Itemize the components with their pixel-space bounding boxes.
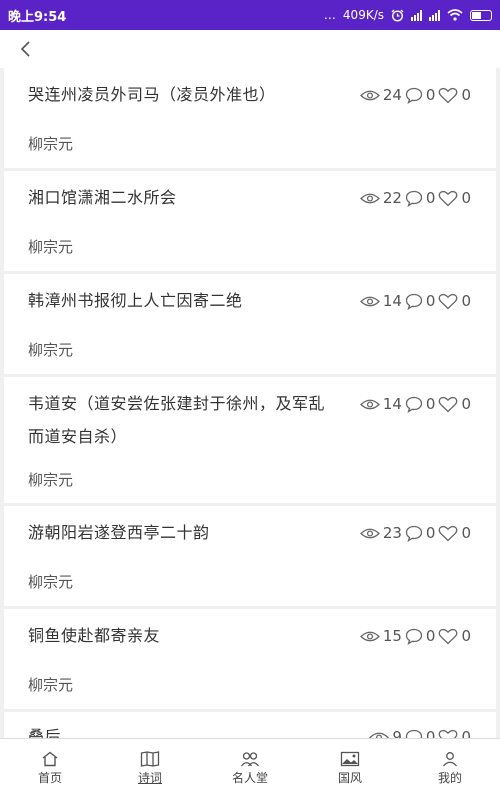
bottom-tab-bar: 首页 诗词 名人堂 国风 我的	[0, 738, 500, 800]
wifi-icon	[447, 9, 463, 21]
comment-icon	[405, 87, 423, 104]
status-dots: …	[323, 8, 336, 22]
comment-count: 0	[425, 189, 436, 207]
view-count: 14	[382, 395, 402, 413]
heart-icon	[439, 293, 458, 309]
eye-icon	[359, 193, 380, 203]
heart-icon	[439, 729, 458, 738]
eye-icon	[359, 528, 380, 538]
poem-title: 韩漳州书报彻上人亡因寄二绝	[28, 291, 243, 310]
network-speed: 409K/s	[342, 8, 384, 22]
poem-card[interactable]: 哭连州凌员外司马（凌员外准也） 柳宗元 24 0 0	[4, 68, 496, 168]
poem-author: 柳宗元	[28, 676, 74, 694]
poem-stats: 14 0 0	[359, 395, 474, 413]
poem-author: 柳宗元	[28, 471, 74, 489]
eye-icon	[359, 631, 380, 641]
poem-title: 铜鱼使赴都寄亲友	[28, 626, 161, 645]
poem-title: 湘口馆潇湘二水所会	[28, 188, 177, 207]
poem-stats: 14 0 0	[359, 292, 474, 310]
app-header	[0, 30, 500, 68]
alarm-icon	[391, 9, 404, 22]
like-count: 0	[461, 627, 471, 645]
poem-author: 柳宗元	[28, 573, 74, 591]
comment-count: 0	[425, 728, 436, 738]
tab-famous[interactable]: 名人堂	[200, 739, 300, 800]
user-icon	[443, 752, 457, 767]
poem-title: 游朝阳岩遂登西亭二十韵	[28, 523, 210, 542]
poem-title: 韦道安（道安尝佐张建封于徐州，及军乱而道安自杀）	[28, 394, 326, 446]
eye-icon	[359, 90, 380, 100]
status-bar: 晚上9:54 … 409K/s	[0, 0, 500, 30]
view-count: 23	[382, 524, 402, 542]
tab-label: 诗词	[137, 771, 162, 785]
view-count: 22	[382, 189, 402, 207]
poem-card[interactable]: 韦道安（道安尝佐张建封于徐州，及军乱而道安自杀） 柳宗元 14 0 0	[4, 377, 496, 503]
like-count: 0	[461, 728, 471, 738]
tab-guofeng[interactable]: 国风	[300, 739, 400, 800]
eye-icon	[369, 732, 390, 738]
poem-title: 叠后	[28, 727, 62, 738]
heart-icon	[439, 190, 458, 206]
comment-icon	[405, 525, 423, 542]
poem-stats: 9 0 0	[369, 728, 474, 738]
view-count: 15	[382, 627, 402, 645]
poem-list[interactable]: 哭连州凌员外司马（凌员外准也） 柳宗元 24 0 0 湘口馆潇湘二水所会 柳宗元…	[0, 68, 500, 738]
poem-card[interactable]: 游朝阳岩遂登西亭二十韵 柳宗元 23 0 0	[4, 506, 496, 606]
poem-stats: 15 0 0	[359, 627, 474, 645]
poem-stats: 22 0 0	[359, 189, 474, 207]
tab-poems[interactable]: 诗词	[100, 739, 200, 800]
comment-icon	[405, 628, 423, 645]
view-count: 9	[392, 728, 402, 738]
signal-icon-2	[429, 9, 440, 21]
home-icon	[42, 751, 58, 767]
tab-home[interactable]: 首页	[0, 739, 100, 800]
tab-label: 国风	[337, 771, 362, 785]
comment-icon	[405, 190, 423, 207]
poem-stats: 23 0 0	[359, 524, 474, 542]
poem-card[interactable]: 叠后 9 0 0	[4, 712, 496, 738]
comment-count: 0	[425, 524, 436, 542]
like-count: 0	[461, 189, 471, 207]
book-icon	[140, 751, 160, 767]
battery-icon	[470, 9, 492, 21]
picture-icon	[340, 751, 360, 767]
poem-title: 哭连州凌员外司马（凌员外准也）	[28, 85, 276, 104]
poem-stats: 24 0 0	[359, 86, 474, 104]
eye-icon	[359, 296, 380, 306]
poem-author: 柳宗元	[28, 341, 74, 359]
poem-card[interactable]: 湘口馆潇湘二水所会 柳宗元 22 0 0	[4, 171, 496, 271]
status-time: 晚上9:54	[8, 9, 67, 25]
tab-mine[interactable]: 我的	[400, 739, 500, 800]
comment-icon	[405, 729, 423, 738]
comment-icon	[405, 396, 423, 413]
comment-icon	[405, 293, 423, 310]
poem-author: 柳宗元	[28, 135, 74, 153]
comment-count: 0	[425, 395, 436, 413]
view-count: 24	[382, 86, 402, 104]
tab-label: 我的	[437, 771, 462, 785]
comment-count: 0	[425, 292, 436, 310]
comment-count: 0	[425, 86, 436, 104]
like-count: 0	[461, 524, 471, 542]
heart-icon	[439, 628, 458, 644]
like-count: 0	[461, 292, 471, 310]
back-button[interactable]	[12, 36, 38, 62]
signal-icon-1	[411, 9, 422, 21]
heart-icon	[439, 396, 458, 412]
view-count: 14	[382, 292, 402, 310]
heart-icon	[439, 525, 458, 541]
like-count: 0	[461, 395, 471, 413]
people-icon	[240, 752, 260, 767]
eye-icon	[359, 399, 380, 409]
poem-card[interactable]: 铜鱼使赴都寄亲友 柳宗元 15 0 0	[4, 609, 496, 709]
poem-author: 柳宗元	[28, 238, 74, 256]
chevron-left-icon	[20, 41, 30, 57]
tab-label: 首页	[37, 771, 62, 785]
heart-icon	[439, 87, 458, 103]
tab-label: 名人堂	[231, 771, 268, 785]
poem-card[interactable]: 韩漳州书报彻上人亡因寄二绝 柳宗元 14 0 0	[4, 274, 496, 374]
comment-count: 0	[425, 627, 436, 645]
like-count: 0	[461, 86, 471, 104]
